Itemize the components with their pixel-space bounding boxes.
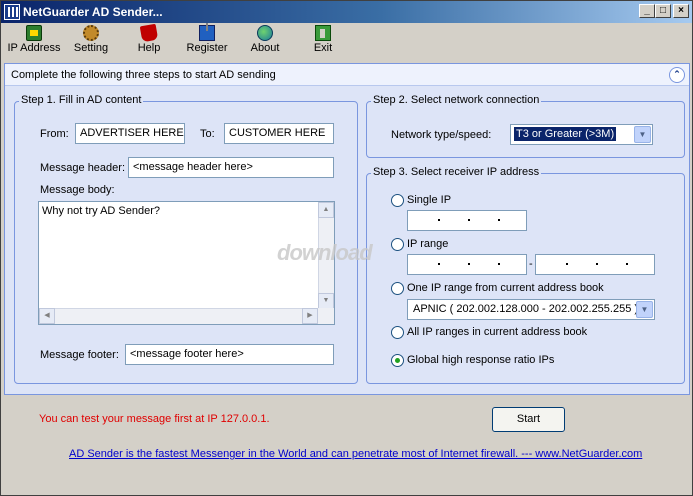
minimize-button[interactable]: _: [639, 4, 655, 18]
scroll-corner: [318, 308, 334, 324]
network-type-label: Network type/speed:: [391, 129, 492, 141]
exit-label: Exit: [313, 42, 333, 54]
test-message: You can test your message first at IP 12…: [39, 413, 270, 425]
scroll-right-icon[interactable]: ▶: [302, 308, 318, 324]
message-footer-label: Message footer:: [40, 349, 119, 361]
collapse-chevron-icon[interactable]: ⌃: [669, 67, 685, 83]
to-label: To:: [200, 128, 215, 140]
network-type-value: T3 or Greater (>3M): [512, 126, 618, 142]
title-bar[interactable]: NetGuarder AD Sender... _ □ ×: [1, 1, 692, 23]
single-ip-input[interactable]: [407, 210, 527, 231]
message-body-text: Why not try AD Sender?: [42, 205, 160, 217]
ip-range-start-input[interactable]: [407, 254, 527, 275]
step2-group: Step 2. Select network connection Networ…: [366, 94, 685, 158]
globe-icon: [257, 25, 273, 41]
step2-legend: Step 2. Select network connection: [371, 94, 542, 106]
global-ips-label[interactable]: Global high response ratio IPs: [407, 354, 554, 366]
register-icon: [199, 23, 215, 41]
close-button[interactable]: ×: [673, 4, 689, 18]
step1-legend: Step 1. Fill in AD content: [19, 94, 144, 106]
chevron-down-icon[interactable]: ▼: [634, 126, 651, 143]
to-input[interactable]: CUSTOMER HERE: [224, 123, 334, 144]
all-ranges-radio[interactable]: [391, 326, 404, 339]
maximize-button[interactable]: □: [655, 4, 671, 18]
from-label: From:: [40, 128, 69, 140]
ip-address-label: IP Address: [7, 42, 61, 54]
chevron-down-icon[interactable]: ▼: [636, 301, 653, 318]
panel-header: Complete the following three steps to st…: [5, 64, 689, 86]
scroll-up-icon[interactable]: ▲: [318, 202, 334, 218]
ip-range-separator: -: [529, 258, 533, 270]
single-ip-radio[interactable]: [391, 194, 404, 207]
message-header-input[interactable]: <message header here>: [128, 157, 334, 178]
ip-address-button[interactable]: IP Address: [6, 25, 62, 59]
panel-header-text: Complete the following three steps to st…: [11, 69, 276, 81]
ip-range-end-input[interactable]: [535, 254, 655, 275]
all-ranges-label[interactable]: All IP ranges in current address book: [407, 326, 587, 338]
ip-range-radio[interactable]: [391, 238, 404, 251]
message-body-label: Message body:: [40, 184, 115, 196]
gear-icon: [83, 25, 99, 41]
address-book-value: APNIC ( 202.002.128.000 - 202.002.255.25…: [413, 303, 639, 315]
app-window: NetGuarder AD Sender... _ □ × IP Address…: [0, 0, 693, 496]
register-label: Register: [186, 42, 228, 54]
message-header-label: Message header:: [40, 162, 125, 174]
step3-group: Step 3. Select receiver IP address Singl…: [366, 166, 685, 384]
ip-range-label[interactable]: IP range: [407, 238, 448, 250]
from-input[interactable]: ADVERTISER HERE: [75, 123, 185, 144]
address-book-range-label[interactable]: One IP range from current address book: [407, 282, 604, 294]
app-icon: [4, 4, 20, 20]
about-button[interactable]: About: [247, 25, 283, 59]
single-ip-label[interactable]: Single IP: [407, 194, 451, 206]
exit-door-icon: [315, 25, 331, 41]
book-icon: [139, 23, 159, 43]
address-book-range-radio[interactable]: [391, 282, 404, 295]
download-watermark: download: [277, 240, 373, 265]
network-type-select[interactable]: T3 or Greater (>3M) ▼: [510, 124, 653, 145]
about-label: About: [250, 42, 280, 54]
lock-icon: [26, 25, 42, 41]
toolbar: IP Address Setting Help Register About E…: [1, 23, 692, 61]
help-label: Help: [137, 42, 161, 54]
window-title: NetGuarder AD Sender...: [23, 5, 163, 19]
help-button[interactable]: Help: [134, 23, 164, 59]
register-button[interactable]: Register: [185, 23, 229, 59]
setting-label: Setting: [73, 42, 109, 54]
address-book-select[interactable]: APNIC ( 202.002.128.000 - 202.002.255.25…: [407, 299, 655, 320]
steps-panel: Complete the following three steps to st…: [4, 63, 690, 395]
website-link[interactable]: AD Sender is the fastest Messenger in th…: [69, 448, 642, 460]
message-footer-input[interactable]: <message footer here>: [125, 344, 334, 365]
global-ips-radio[interactable]: [391, 354, 404, 367]
setting-button[interactable]: Setting: [71, 25, 111, 59]
step3-legend: Step 3. Select receiver IP address: [371, 166, 542, 178]
start-button[interactable]: Start: [492, 407, 565, 432]
scroll-down-icon[interactable]: ▼: [318, 293, 334, 309]
exit-button[interactable]: Exit: [309, 25, 337, 59]
scroll-left-icon[interactable]: ◀: [39, 308, 55, 324]
horizontal-scrollbar[interactable]: ◀ ▶: [39, 308, 318, 324]
